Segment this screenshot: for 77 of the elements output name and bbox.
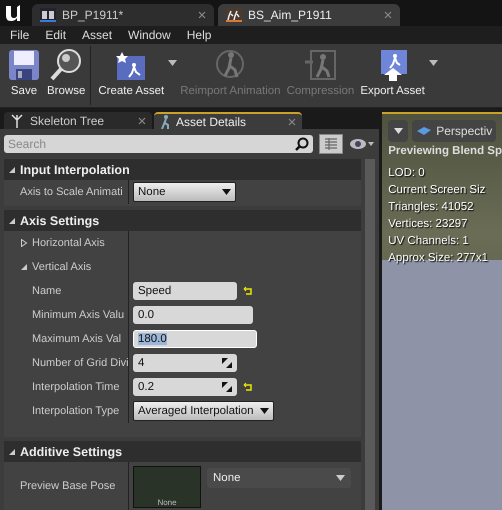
toolbar-button[interactable]: Export Asset	[357, 46, 428, 99]
stat-text: Triangles: 41052	[388, 200, 474, 215]
stat-text: UV Channels: 1	[388, 234, 470, 249]
view-options-button[interactable]	[319, 134, 344, 154]
search-icon[interactable]	[295, 137, 310, 151]
collapsed-arrow-icon[interactable]	[20, 239, 28, 247]
stat-text: Approx Size: 277x1	[388, 251, 489, 266]
property-label: Maximum Axis Val	[32, 333, 122, 345]
property-label: Vertical Axis	[32, 261, 92, 273]
close-icon[interactable]	[198, 11, 206, 19]
close-icon[interactable]	[384, 11, 392, 19]
menu-item[interactable]: Edit	[37, 26, 74, 44]
text-field[interactable]: 0.0	[133, 306, 253, 324]
expanded-arrow-icon[interactable]	[20, 263, 28, 271]
book-icon	[40, 8, 56, 22]
property-label: Name	[32, 285, 62, 297]
search-field[interactable]: Search	[4, 135, 314, 153]
expanded-arrow-icon[interactable]	[8, 448, 16, 456]
tree-icon	[10, 114, 24, 128]
menu-item[interactable]: Asset	[74, 26, 120, 44]
dropdown-arrow-icon	[394, 128, 403, 134]
dropdown-arrow-icon	[336, 475, 345, 481]
viewport[interactable]: Perspectiv Previewing Blend Sp LOD: 0 Current Screen Siz Triangles: 41052 Vertices: 23297 UV Channels: 1 Approx Size: 277x1	[382, 112, 502, 510]
figure-icon	[160, 114, 170, 128]
menu-item[interactable]: File	[2, 26, 38, 44]
number-field[interactable]: 0.2	[133, 378, 237, 396]
document-tab[interactable]: BP_P1911*	[32, 4, 214, 26]
caret-icon[interactable]	[168, 60, 178, 66]
menu-item[interactable]: Window	[120, 26, 179, 44]
document-tab[interactable]: BS_Aim_P1911	[218, 4, 400, 26]
text-field[interactable]: Speed	[133, 282, 237, 300]
dropdown[interactable]: Averaged Interpolation	[133, 401, 274, 421]
viewport-heading: Previewing Blend Sp	[388, 145, 502, 157]
stat-text: LOD: 0	[388, 166, 426, 181]
property-label: Horizontal Axis	[32, 237, 105, 249]
caret-icon[interactable]	[428, 60, 438, 66]
property-label: Axis to Scale Animati	[20, 186, 123, 198]
text-field[interactable]: 180.0	[133, 330, 257, 348]
property-label: Minimum Axis Valu	[32, 309, 124, 321]
toolbar-button[interactable]: Browse	[44, 46, 88, 99]
spin-arrows-icon[interactable]	[222, 382, 232, 392]
cube-icon	[416, 126, 432, 136]
reset-arrow-icon[interactable]	[243, 382, 253, 392]
running-figures-icon	[226, 8, 242, 22]
section-header: Input Interpolation	[20, 162, 130, 176]
stat-text: Current Screen Siz	[388, 183, 486, 198]
magnifier-icon	[49, 48, 84, 82]
expanded-arrow-icon[interactable]	[8, 216, 16, 224]
section-header: Axis Settings	[20, 214, 100, 228]
close-icon[interactable]	[288, 118, 296, 126]
panel-tab[interactable]: Skeleton Tree	[4, 112, 152, 129]
asset-thumbnail[interactable]: None	[133, 466, 201, 508]
expanded-arrow-icon[interactable]	[8, 166, 16, 174]
spin-arrows-icon[interactable]	[222, 358, 232, 368]
panel-tab[interactable]: Asset Details	[154, 112, 302, 129]
dropdown[interactable]: None	[133, 182, 236, 202]
property-label: Interpolation Time	[32, 381, 120, 393]
viewport-menu-button[interactable]	[388, 120, 408, 142]
close-icon[interactable]	[138, 116, 146, 124]
number-field[interactable]: 4	[133, 354, 237, 372]
dropdown-arrow-icon	[222, 189, 231, 195]
section-header: Additive Settings	[20, 444, 122, 458]
property-label: Preview Base Pose	[20, 480, 116, 492]
stat-text: Vertices: 23297	[388, 217, 469, 232]
asset-dropdown[interactable]: None	[207, 468, 351, 488]
eye-icon[interactable]	[349, 138, 376, 150]
scrollbar[interactable]	[365, 159, 376, 510]
menu-item[interactable]: Help	[178, 26, 220, 44]
reset-arrow-icon[interactable]	[243, 286, 253, 296]
figure-in-frame-icon	[303, 48, 338, 82]
dropdown-arrow-icon	[260, 408, 269, 414]
view-mode-button[interactable]: Perspectiv	[412, 120, 496, 142]
toolbar-button[interactable]: Save	[4, 46, 44, 99]
property-label: Number of Grid Divi	[32, 357, 129, 369]
grid-icon	[325, 138, 338, 150]
property-label: Interpolation Type	[32, 405, 120, 417]
toolbar-button[interactable]: Create Asset	[95, 46, 168, 99]
